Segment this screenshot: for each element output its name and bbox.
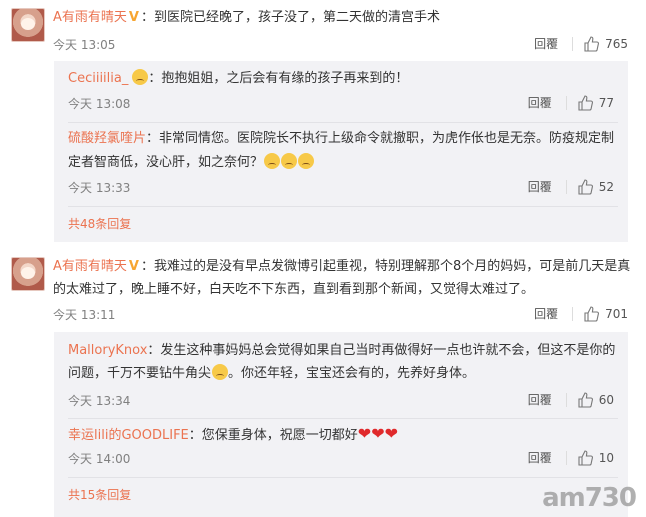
like-count: 52 (598, 179, 614, 194)
verified-v-icon: V (128, 10, 139, 25)
reply-text: ：非常同情您。医院院长不执行上级命令就撤职，为虎作伥也是无奈。防疫规定制定者智商… (68, 131, 615, 170)
watermark-logo: am730 (542, 483, 637, 513)
reply-actions: 回覆 77 (528, 94, 614, 111)
action-divider (572, 306, 574, 321)
reply-body: 幸运lili的GOODLIFE：您保重身体，祝愿一切都好❤❤❤ (68, 423, 618, 447)
like-count: 701 (605, 306, 628, 321)
action-divider (565, 450, 567, 465)
reply-actions: 回覆 60 (528, 391, 614, 408)
avatar[interactable] (11, 8, 45, 42)
reply-button[interactable]: 回覆 (528, 449, 552, 466)
crying-emoji-icon (298, 153, 315, 169)
verified-v-icon: V (128, 259, 139, 274)
thumbs-up-icon[interactable] (577, 94, 593, 111)
reply-button[interactable]: 回覆 (528, 94, 552, 111)
reply-username[interactable]: 硫酸羟氯喹片 (68, 131, 146, 146)
thumbs-up-icon[interactable] (583, 35, 600, 52)
comment-body: A有雨有晴天 V ：到医院已经晚了，孩子没了，第二天做的清宫手术 (53, 7, 636, 28)
avatar-face (21, 267, 35, 279)
reply-time: 今天 13:33 (68, 181, 131, 195)
reply-time: 今天 13:34 (68, 394, 131, 408)
reply-button[interactable]: 回覆 (528, 391, 552, 408)
reply-body: Ceciiiilia_ ：抱抱姐姐，之后会有有缘的孩子再来到的！ (68, 68, 618, 90)
replies-panel: Ceciiiilia_ ：抱抱姐姐，之后会有有缘的孩子再来到的！ 今天 13:08… (54, 61, 628, 242)
reply-divider (68, 206, 618, 207)
heart-icon: ❤ (357, 424, 372, 443)
smile-emoji-icon (132, 69, 149, 85)
reply-divider (68, 122, 618, 123)
crying-emoji-icon (281, 153, 298, 169)
reply-time: 今天 14:00 (68, 452, 131, 466)
reply-time: 今天 13:08 (68, 97, 131, 111)
reply-actions: 回覆 52 (528, 178, 614, 195)
reply-button[interactable]: 回覆 (528, 178, 552, 195)
thumbs-up-icon[interactable] (577, 391, 593, 408)
comment-text: ：我难过的是没有早点发微博引起重视，特别理解那个8个月的妈妈，可是前几天是真的太… (53, 259, 631, 297)
heart-icon: ❤ (371, 424, 385, 443)
reply-body: MalloryKnox：发生这种事妈妈总会觉得如果自己当时再做得好一点也许就不会… (68, 339, 618, 385)
comment-actions: 回覆 765 (534, 35, 628, 52)
thumbs-up-icon[interactable] (583, 305, 600, 322)
comment-username[interactable]: A有雨有晴天 (53, 10, 127, 25)
reply-username[interactable]: 幸运lili的GOODLIFE (68, 428, 189, 443)
avatar-face (21, 18, 35, 30)
reply-body: 硫酸羟氯喹片：非常同情您。医院院长不执行上级命令就撤职，为虎作伥也是无奈。防疫规… (68, 127, 618, 175)
more-replies-link[interactable]: 共48条回复 (68, 215, 131, 232)
action-divider (572, 36, 574, 51)
thumbs-up-icon[interactable] (577, 178, 593, 195)
reply-text-continued: 。你还年轻，宝宝还会有的，先养好身体。 (228, 366, 476, 381)
like-count: 10 (598, 450, 614, 465)
heart-icon: ❤ (384, 424, 398, 443)
comment-body: A有雨有晴天 V ：我难过的是没有早点发微博引起重视，特别理解那个8个月的妈妈，可是… (53, 255, 636, 301)
comment-username[interactable]: A有雨有晴天 (53, 259, 127, 274)
like-count: 60 (598, 392, 614, 407)
crying-emoji-icon (264, 153, 281, 169)
comment-time: 今天 13:05 (53, 38, 116, 52)
action-divider (565, 95, 567, 110)
comment-time: 今天 13:11 (53, 308, 116, 322)
sweat-emoji-icon (212, 364, 229, 380)
reply-username[interactable]: MalloryKnox (68, 343, 147, 358)
reply-text: ：您保重身体，祝愿一切都好 (188, 428, 358, 443)
like-count: 765 (605, 36, 628, 51)
reply-divider (68, 477, 618, 478)
comment-actions: 回覆 701 (534, 305, 628, 322)
reply-text: ：抱抱姐姐，之后会有有缘的孩子再来到的！ (148, 71, 409, 86)
comment-text: ：到医院已经晚了，孩子没了，第二天做的清宫手术 (140, 10, 440, 25)
action-divider (565, 179, 567, 194)
reply-button[interactable]: 回覆 (534, 35, 558, 52)
more-replies-link[interactable]: 共15条回复 (68, 486, 131, 503)
thumbs-up-icon[interactable] (577, 449, 593, 466)
reply-button[interactable]: 回覆 (534, 305, 558, 322)
reply-actions: 回覆 10 (528, 449, 614, 466)
reply-username[interactable]: Ceciiiilia_ (68, 71, 128, 86)
avatar[interactable] (11, 257, 45, 291)
action-divider (565, 392, 567, 407)
like-count: 77 (598, 95, 614, 110)
reply-divider (68, 418, 618, 419)
